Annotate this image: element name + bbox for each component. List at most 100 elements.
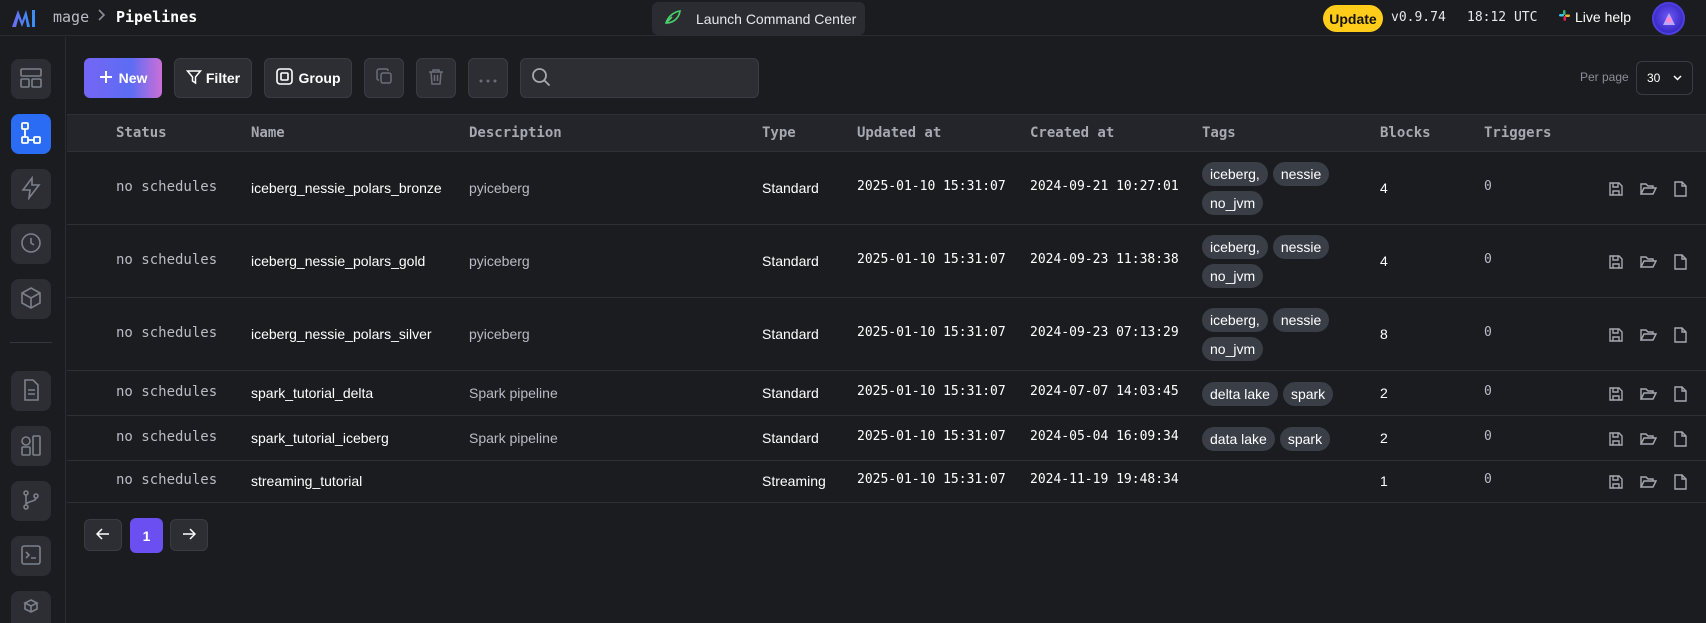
- table-row[interactable]: no schedules streaming_tutorial Streamin…: [67, 461, 1706, 503]
- plus-icon: [99, 70, 113, 87]
- breadcrumb-mage[interactable]: mage: [53, 8, 89, 26]
- tag-pill[interactable]: nessie: [1272, 235, 1330, 259]
- document-icon[interactable]: [1671, 253, 1689, 271]
- column-header-created-at[interactable]: Created at: [1030, 125, 1114, 141]
- tag-pill[interactable]: no_jvm: [1202, 337, 1264, 361]
- triggers-cell: 0: [1484, 429, 1492, 444]
- delete-button[interactable]: [416, 58, 456, 98]
- sidebar-item-triggers[interactable]: [11, 169, 51, 209]
- filter-button-label: Filter: [205, 70, 241, 86]
- tag-pill[interactable]: nessie: [1272, 308, 1330, 332]
- tag-pill[interactable]: iceberg,: [1202, 162, 1268, 186]
- table-row[interactable]: no schedules iceberg_nessie_polars_gold …: [67, 225, 1706, 298]
- update-button[interactable]: Update: [1323, 5, 1383, 32]
- templates-icon: [19, 433, 43, 460]
- sidebar-item-terminal[interactable]: [11, 536, 51, 576]
- sidebar-item-schedules[interactable]: [11, 224, 51, 264]
- tag-pill[interactable]: no_jvm: [1202, 264, 1264, 288]
- tag-pill[interactable]: delta lake: [1202, 382, 1278, 406]
- previous-page-button[interactable]: [84, 519, 122, 551]
- tag-pill[interactable]: spark: [1282, 382, 1334, 406]
- pipeline-name-cell[interactable]: iceberg_nessie_polars_silver: [251, 326, 432, 342]
- document-icon[interactable]: [1671, 180, 1689, 198]
- save-icon[interactable]: [1607, 430, 1625, 448]
- tag-pill[interactable]: iceberg,: [1202, 235, 1268, 259]
- column-header-status[interactable]: Status: [116, 125, 167, 141]
- user-avatar[interactable]: [1652, 2, 1685, 35]
- save-icon[interactable]: [1607, 385, 1625, 403]
- filter-button[interactable]: Filter: [174, 58, 252, 98]
- search-field[interactable]: [520, 58, 759, 98]
- created-at-cell: 2024-05-04 16:09:34: [1030, 429, 1179, 444]
- row-actions: [1607, 253, 1689, 271]
- pipeline-name-cell[interactable]: spark_tutorial_iceberg: [251, 430, 389, 446]
- pipeline-name-cell[interactable]: streaming_tutorial: [251, 473, 362, 489]
- status-cell: no schedules: [116, 429, 218, 445]
- sidebar-item-settings[interactable]: [11, 591, 51, 623]
- command-center-label: Launch Command Center: [696, 10, 857, 27]
- tag-pill[interactable]: spark: [1279, 427, 1331, 451]
- save-icon[interactable]: [1607, 253, 1625, 271]
- sidebar-item-templates[interactable]: [11, 426, 51, 466]
- pipeline-name-cell[interactable]: spark_tutorial_delta: [251, 385, 373, 401]
- document-icon[interactable]: [1671, 326, 1689, 344]
- column-header-name[interactable]: Name: [251, 125, 285, 141]
- save-icon[interactable]: [1607, 473, 1625, 491]
- file-icon: [19, 378, 43, 405]
- cube-icon: [19, 286, 43, 313]
- open-folder-icon[interactable]: [1639, 385, 1657, 403]
- clock-label: 18:12 UTC: [1467, 10, 1538, 25]
- more-actions-button[interactable]: [468, 58, 508, 98]
- tag-pill[interactable]: nessie: [1272, 162, 1330, 186]
- updated-at-cell: 2025-01-10 15:31:07: [857, 472, 1006, 487]
- open-folder-icon[interactable]: [1639, 430, 1657, 448]
- tag-pill[interactable]: iceberg,: [1202, 308, 1268, 332]
- next-page-button[interactable]: [170, 519, 208, 551]
- save-icon[interactable]: [1607, 180, 1625, 198]
- column-header-description[interactable]: Description: [469, 125, 562, 141]
- type-cell: Standard: [762, 326, 819, 342]
- column-header-tags[interactable]: Tags: [1202, 125, 1236, 141]
- open-folder-icon[interactable]: [1639, 473, 1657, 491]
- launch-command-center-button[interactable]: Launch Command Center: [652, 2, 865, 35]
- save-icon[interactable]: [1607, 326, 1625, 344]
- sidebar-divider: [10, 342, 52, 343]
- column-header-blocks[interactable]: Blocks: [1380, 125, 1431, 141]
- per-page-select[interactable]: 30: [1636, 61, 1693, 95]
- sidebar-item-data-products[interactable]: [11, 279, 51, 319]
- tag-pill[interactable]: data lake: [1202, 427, 1275, 451]
- table-row[interactable]: no schedules spark_tutorial_iceberg Spar…: [67, 416, 1706, 461]
- open-folder-icon[interactable]: [1639, 326, 1657, 344]
- table-row[interactable]: no schedules iceberg_nessie_polars_bronz…: [67, 152, 1706, 225]
- column-header-updated-at[interactable]: Updated at: [857, 125, 941, 141]
- page-number-button[interactable]: 1: [130, 518, 163, 553]
- table-row[interactable]: no schedules spark_tutorial_delta Spark …: [67, 371, 1706, 416]
- document-icon[interactable]: [1671, 430, 1689, 448]
- live-help-button[interactable]: Live help: [1558, 9, 1631, 25]
- search-input[interactable]: [561, 70, 751, 86]
- pipeline-name-cell[interactable]: iceberg_nessie_polars_bronze: [251, 180, 442, 196]
- sidebar-item-files[interactable]: [11, 371, 51, 411]
- blocks-cell: 1: [1380, 473, 1388, 489]
- table-row[interactable]: no schedules iceberg_nessie_polars_silve…: [67, 298, 1706, 371]
- tag-pill[interactable]: no_jvm: [1202, 191, 1264, 215]
- open-folder-icon[interactable]: [1639, 180, 1657, 198]
- filter-icon: [185, 69, 202, 88]
- clone-button[interactable]: [364, 58, 404, 98]
- column-header-type[interactable]: Type: [762, 125, 796, 141]
- open-folder-icon[interactable]: [1639, 253, 1657, 271]
- table-header: Status Name Description Type Updated at …: [67, 114, 1706, 152]
- column-header-triggers[interactable]: Triggers: [1484, 125, 1551, 141]
- new-pipeline-button[interactable]: New: [84, 58, 162, 98]
- mage-logo-icon[interactable]: [10, 7, 38, 29]
- document-icon[interactable]: [1671, 385, 1689, 403]
- sidebar-item-version-control[interactable]: [11, 481, 51, 521]
- type-cell: Standard: [762, 253, 819, 269]
- sidebar-item-pipelines[interactable]: [11, 114, 51, 154]
- table-body: no schedules iceberg_nessie_polars_bronz…: [67, 152, 1706, 503]
- group-button[interactable]: Group: [264, 58, 352, 98]
- pipeline-name-cell[interactable]: iceberg_nessie_polars_gold: [251, 253, 425, 269]
- document-icon[interactable]: [1671, 473, 1689, 491]
- launch-icon: [664, 9, 682, 28]
- sidebar-item-dashboard[interactable]: [11, 59, 51, 99]
